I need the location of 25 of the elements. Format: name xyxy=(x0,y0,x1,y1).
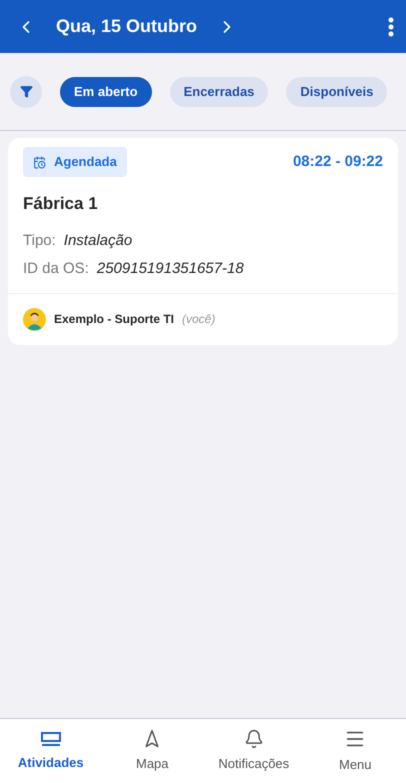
field-label: Tipo: xyxy=(23,230,56,250)
filter-icon xyxy=(20,85,32,98)
calendar-clock-icon xyxy=(33,156,46,168)
more-icon xyxy=(388,16,394,36)
date-title: Qua, 15 Outubro xyxy=(56,15,198,38)
nav-tab[interactable]: Mapa xyxy=(102,719,203,783)
time-range: 08:22 - 09:22 xyxy=(292,152,383,172)
filter-chip[interactable]: Em aberto xyxy=(60,76,152,106)
filter-button[interactable] xyxy=(10,76,42,108)
status-badge: Agendada xyxy=(23,147,127,177)
filter-chip[interactable]: Disponíveis xyxy=(286,76,388,106)
nav-tab[interactable]: Menu xyxy=(304,719,406,783)
filter-chip[interactable]: Encerradas xyxy=(170,76,268,106)
activity-card[interactable]: Agendada 08:22 - 09:22 Fábrica 1 Tipo: Instalação ID da OS: 250915191351657-18 Exemplo - Suporte TI (você) xyxy=(8,138,398,344)
nav-tab[interactable]: Atividades xyxy=(0,719,102,783)
field-label: ID da OS: xyxy=(23,259,89,279)
list-icon xyxy=(40,730,62,748)
field-value: Instalação xyxy=(64,230,132,250)
avatar-icon xyxy=(23,308,46,330)
assignee-note: (você) xyxy=(182,311,216,328)
assignee-name: Exemplo - Suporte TI xyxy=(54,311,174,328)
bell-icon xyxy=(244,728,264,749)
field-value: 250915191351657-18 xyxy=(96,259,244,279)
activity-title: Fábrica 1 xyxy=(23,193,99,215)
nav-tab[interactable]: Notificações xyxy=(203,719,304,783)
